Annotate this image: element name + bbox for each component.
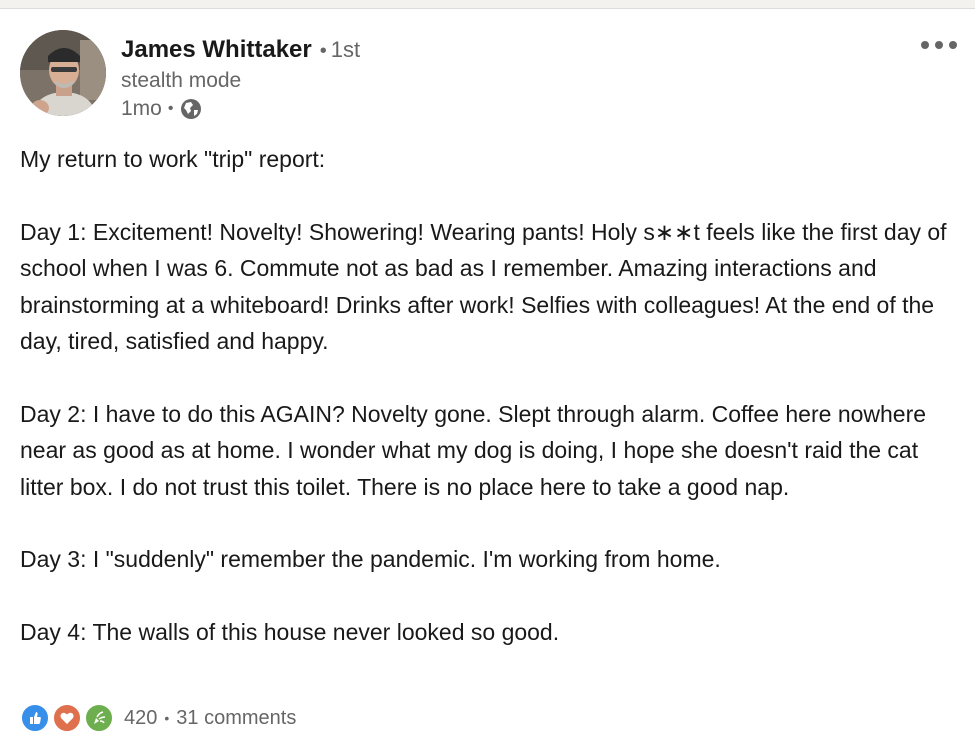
name-separator: •: [319, 40, 327, 62]
love-icon: [52, 703, 82, 733]
more-options-button[interactable]: [919, 30, 959, 60]
author-line: James Whittaker • 1st: [121, 36, 360, 64]
author-name[interactable]: James Whittaker: [121, 36, 312, 63]
like-icon: [20, 703, 50, 733]
reactions-stack[interactable]: [20, 703, 116, 733]
reaction-count[interactable]: 420: [124, 707, 157, 730]
avatar[interactable]: [20, 30, 106, 116]
comments-count-link[interactable]: 31 comments: [176, 707, 296, 730]
post-body: My return to work "trip" report: Day 1: …: [20, 141, 960, 651]
avatar-photo: [20, 30, 106, 116]
post-paragraph: Day 4: The walls of this house never loo…: [20, 619, 560, 646]
social-separator: •: [164, 710, 170, 726]
social-counts: 420 • 31 comments: [20, 703, 296, 733]
meta-separator: •: [167, 100, 174, 117]
connection-degree: 1st: [330, 37, 361, 62]
celebrate-icon: [84, 703, 114, 733]
post-paragraph: Day 1: Excitement! Novelty! Showering! W…: [20, 218, 947, 355]
post-time: 1mo: [121, 97, 162, 120]
author-headline: stealth mode: [121, 69, 242, 92]
feed-top-divider: [0, 0, 975, 9]
post-meta: 1mo •: [121, 97, 203, 121]
post-paragraph: My return to work "trip" report:: [20, 146, 326, 172]
post-paragraph: Day 2: I have to do this AGAIN? Novelty …: [20, 400, 927, 500]
more-horizontal-icon: [921, 41, 957, 49]
post-paragraph: Day 3: I "suddenly" remember the pandemi…: [20, 546, 721, 573]
globe-icon: [179, 97, 203, 121]
